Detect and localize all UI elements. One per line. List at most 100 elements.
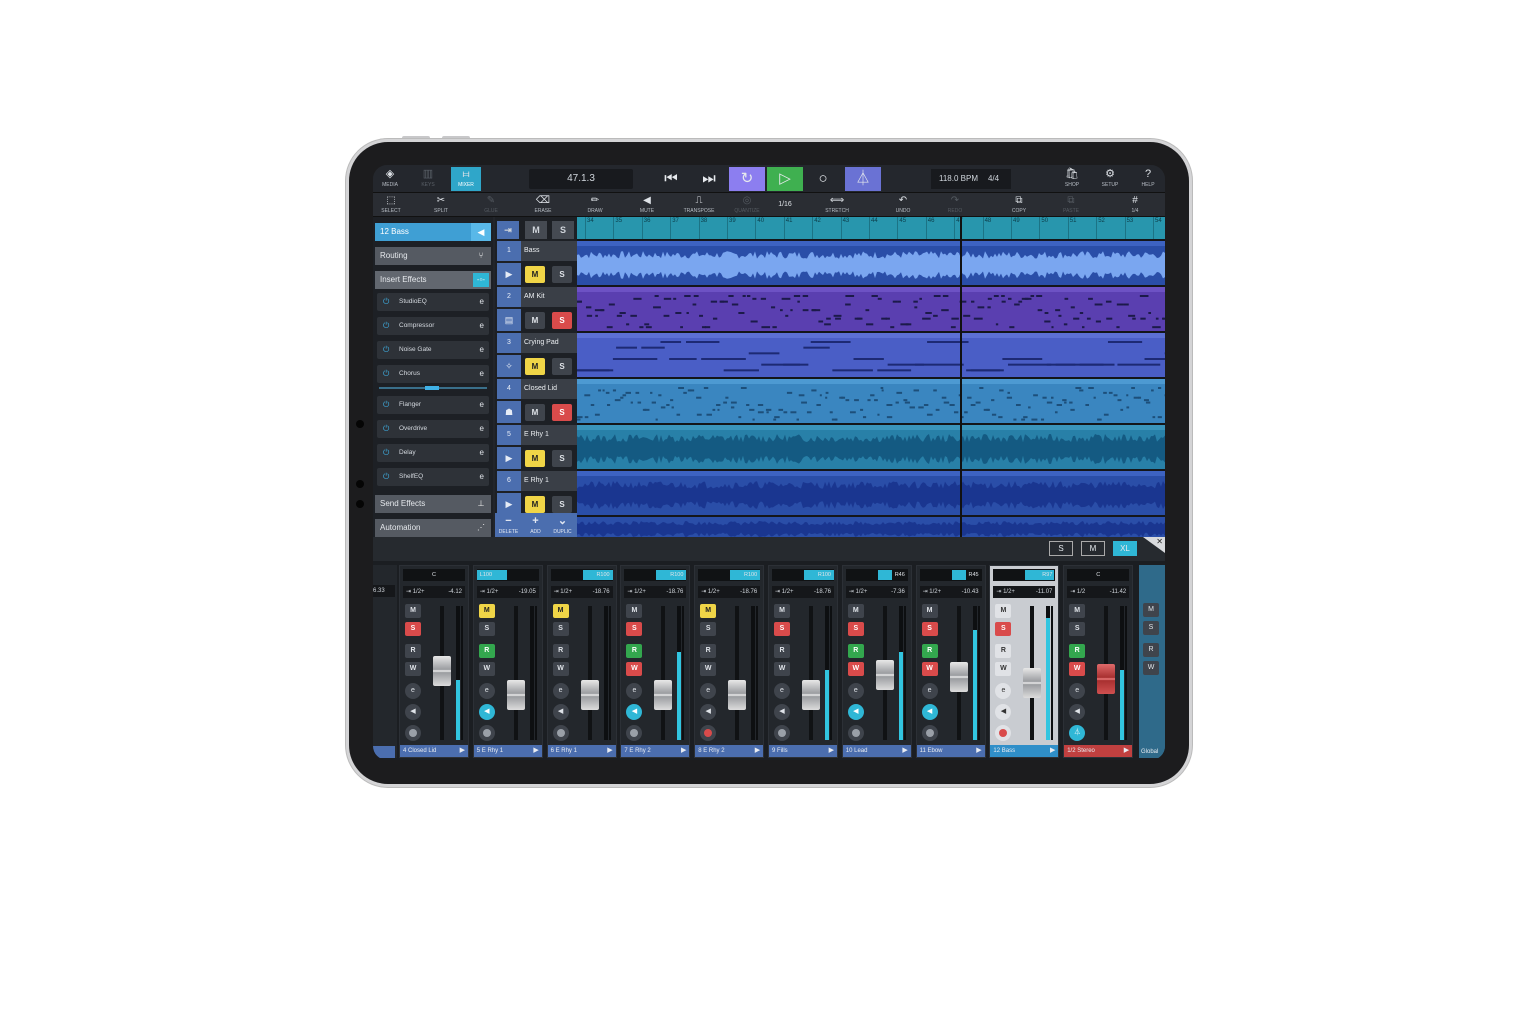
midi-clip[interactable] [577,379,1165,423]
volume-fader[interactable] [433,656,451,686]
edit-channel-icon[interactable]: e [995,683,1012,699]
monitor-icon[interactable]: ◀ [847,704,864,720]
media-button[interactable]: ◈ MEDIA [375,167,405,191]
mute-button[interactable]: M [552,604,569,618]
track-row[interactable]: 3 Crying Pad ✧ M S [495,333,577,377]
volume-fader[interactable] [875,660,894,690]
track-row[interactable]: 2 AM Kit ▤ M S [495,287,577,331]
channel-name[interactable]: 8 E Rhy 2 ▶ [695,745,764,757]
mixer-button[interactable]: ⧦ MIXER [451,167,481,191]
volume-fader[interactable] [506,680,525,710]
send-effects-section[interactable]: Send Effects ⊥ [375,495,491,513]
mute-button[interactable]: M [525,312,545,329]
io-selector[interactable]: ⇥ 1/2+ -7.36 [845,586,908,598]
close-mixer-icon[interactable]: ✕ [1143,537,1165,553]
audio-clip[interactable] [577,241,1165,285]
mute-button[interactable]: M [1143,603,1159,617]
midi-clip[interactable] [577,333,1165,377]
collapse-icon[interactable]: ◀ [471,223,491,241]
tool-draw[interactable]: ✏ DRAW [575,194,615,216]
record-arm-button[interactable] [774,725,790,741]
redo-button[interactable]: ↷ REDO [935,194,975,216]
track-row[interactable]: 5 E Rhy 1 ▶ M S [495,425,577,469]
write-button[interactable]: W [626,662,643,676]
tool-glue[interactable]: ✎ GLUE [471,194,511,216]
tool-mute[interactable]: ◀ MUTE [627,194,667,216]
play-button[interactable]: ▷ [767,167,803,191]
edit-channel-icon[interactable]: e [1069,683,1086,699]
solo-button[interactable]: S [626,622,643,636]
grid-button[interactable]: #1/4 [1115,194,1155,216]
record-arm-button[interactable] [921,725,938,741]
metronome-button[interactable]: ⏃ [845,167,881,191]
effect-slot[interactable]: ⏻ Flanger e [377,396,489,414]
track-order-icon[interactable]: ⇥ [497,221,519,239]
monitor-icon[interactable]: ◀ [995,704,1012,720]
mute-button[interactable]: M [1069,604,1086,618]
solo-button[interactable]: S [552,358,572,375]
channel-name[interactable]: 4 Closed Lid ▶ [400,745,468,757]
edit-icon[interactable]: e [480,341,484,359]
midi-clip[interactable] [577,287,1165,331]
solo-button[interactable]: S [552,312,572,329]
power-icon[interactable]: ⏻ [383,396,389,414]
tool-stretch[interactable]: ⟺ STRETCH [817,194,857,216]
tool-split[interactable]: ✂ SPLIT [421,194,461,216]
track-name[interactable]: Crying Pad [521,333,577,353]
monitor-icon[interactable]: ◀ [405,704,421,720]
channel-strip[interactable]: L100 ⇥ 1/2+ -19.05 M S R W e ◀ 5 E Rhy 1 ▶ [472,565,543,758]
tempo-display[interactable]: 118.0 BPM 4/4 [931,169,1011,189]
channel-name[interactable]: 5 E Rhy 1 ▶ [473,745,542,757]
keys-button[interactable]: ▥ KEYS [413,167,443,191]
write-button[interactable]: W [1143,661,1159,675]
monitor-icon[interactable]: ◀ [700,704,717,720]
channel-strip[interactable]: R46 ⇥ 1/2+ -7.36 M S R W e ◀ 10 Lead ▶ [841,565,912,758]
solo-button[interactable]: S [700,622,717,636]
read-button[interactable]: R [700,644,717,658]
channel-strip[interactable]: R100 ⇥ 1/2+ -18.76 M S R W e ◀ 6 E Rhy 1 ▶ [546,565,617,758]
track-name[interactable]: AM Kit [521,287,577,307]
read-button[interactable]: R [478,644,495,658]
edit-icon[interactable]: e [480,444,484,462]
record-arm-button[interactable] [847,725,864,741]
mute-button[interactable]: M [525,358,545,375]
write-button[interactable]: W [847,662,864,676]
track-name[interactable]: E Rhy 1 [521,425,577,445]
volume-fader[interactable] [1097,664,1116,694]
solo-button[interactable]: S [1143,621,1159,635]
solo-button[interactable]: S [405,622,421,636]
global-solo-button[interactable]: S [552,221,574,239]
read-button[interactable]: R [921,644,938,658]
solo-button[interactable]: S [774,622,790,636]
power-icon[interactable]: ⏻ [383,420,389,438]
metronome-icon[interactable]: ⏃ [1069,725,1086,741]
channel-strip[interactable]: R97 ⇥ 1/2+ -11.07 M S R W e ◀ 12 Bass ▶ [989,565,1060,758]
pan-control[interactable]: L100 [476,569,539,581]
quantize-value[interactable]: 1/16 [765,194,805,216]
edit-icon[interactable]: e [480,365,484,383]
pan-control[interactable]: R97 [993,569,1056,581]
edit-icon[interactable]: e [480,317,484,335]
channel-name[interactable]: 9 Fills ▶ [769,745,837,757]
edit-icon[interactable]: e [480,293,484,311]
record-arm-button[interactable] [626,725,643,741]
record-arm-button[interactable] [478,725,495,741]
io-selector[interactable]: ⇥ 1/2+ -18.76 [624,586,687,598]
channel-name[interactable]: 11 Ebow ▶ [916,745,985,757]
channel-strip[interactable]: C ⇥ 1/2+ -4.12 M S R W e ◀ 4 Closed Lid ▶ [399,565,469,758]
edit-channel-icon[interactable]: e [626,683,643,699]
effect-slot[interactable]: ⏻ Overdrive e [377,420,489,438]
arrange-view[interactable]: 3435363738394041424344454647484950515253… [577,217,1165,537]
cycle-button[interactable]: ↻ [729,167,765,191]
mute-button[interactable]: M [626,604,643,618]
track-name[interactable]: Bass [521,241,577,261]
tool-select[interactable]: ⬚ SELECT [373,194,411,216]
write-button[interactable]: W [552,662,569,676]
mute-button[interactable]: M [995,604,1012,618]
read-button[interactable]: R [774,644,790,658]
solo-button[interactable]: S [478,622,495,636]
track-row[interactable]: 1 Bass ▶ M S [495,241,577,285]
routing-section[interactable]: Routing ⑂ [375,247,491,265]
volume-fader[interactable] [1023,668,1042,698]
mute-button[interactable]: M [478,604,495,618]
